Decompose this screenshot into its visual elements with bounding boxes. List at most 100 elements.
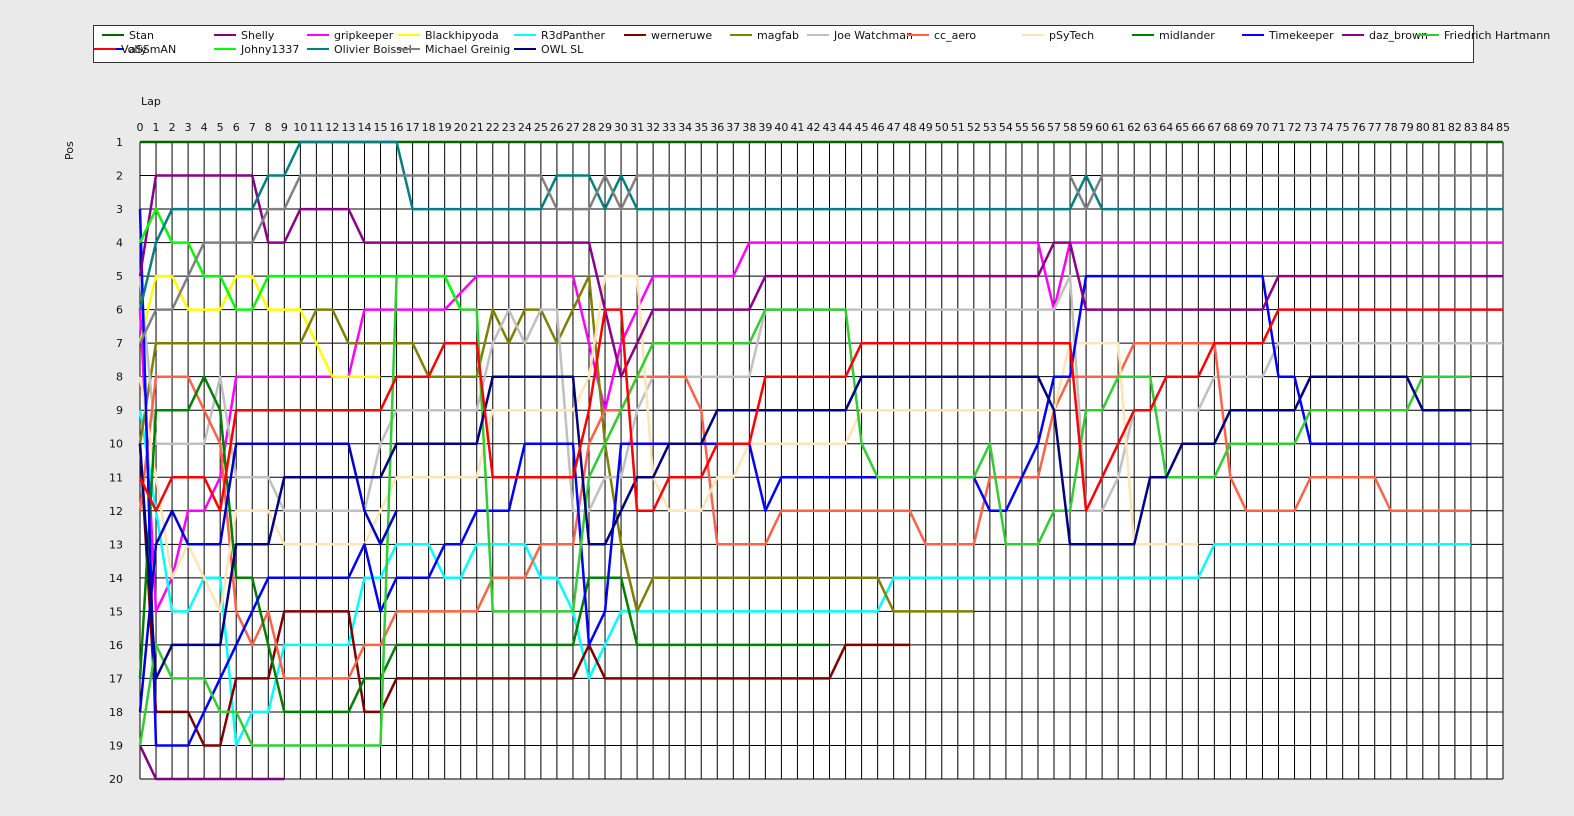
- x-tick-label: 69: [1239, 121, 1253, 134]
- x-tick-label: 34: [678, 121, 692, 134]
- y-tick-label: 1: [116, 136, 123, 149]
- x-tick-label: 32: [646, 121, 660, 134]
- y-tick-label: 2: [116, 170, 123, 183]
- x-tick-label: 74: [1320, 121, 1334, 134]
- x-tick-label: 84: [1480, 121, 1494, 134]
- y-tick-label: 18: [109, 706, 123, 719]
- y-tick-label: 9: [116, 404, 123, 417]
- y-tick-label: 10: [109, 438, 123, 451]
- x-tick-label: 4: [201, 121, 208, 134]
- y-tick-label: 13: [109, 538, 123, 551]
- x-tick-label: 14: [357, 121, 371, 134]
- x-tick-label: 80: [1416, 121, 1430, 134]
- x-tick-label: 39: [758, 121, 772, 134]
- x-tick-label: 10: [293, 121, 307, 134]
- x-tick-label: 63: [1143, 121, 1157, 134]
- x-tick-label: 57: [1047, 121, 1061, 134]
- y-tick-label: 14: [109, 572, 123, 585]
- x-tick-label: 85: [1496, 121, 1510, 134]
- x-tick-label: 8: [265, 121, 272, 134]
- x-tick-label: 54: [999, 121, 1013, 134]
- x-tick-label: 55: [1015, 121, 1029, 134]
- x-tick-label: 81: [1432, 121, 1446, 134]
- x-tick-label: 22: [486, 121, 500, 134]
- y-tick-label: 6: [116, 304, 123, 317]
- y-tick-label: 20: [109, 773, 123, 786]
- x-tick-label: 13: [341, 121, 355, 134]
- x-tick-label: 36: [710, 121, 724, 134]
- x-tick-label: 60: [1095, 121, 1109, 134]
- x-tick-label: 49: [919, 121, 933, 134]
- x-tick-label: 70: [1255, 121, 1269, 134]
- x-tick-label: 42: [806, 121, 820, 134]
- grid: [139, 141, 1504, 780]
- y-tick-label: 4: [116, 237, 123, 250]
- x-tick-label: 44: [839, 121, 853, 134]
- y-tick-label: 11: [109, 471, 123, 484]
- x-tick-label: 9: [281, 121, 288, 134]
- x-tick-label: 11: [309, 121, 323, 134]
- x-tick-label: 59: [1079, 121, 1093, 134]
- x-tick-label: 72: [1288, 121, 1302, 134]
- x-tick-label: 53: [983, 121, 997, 134]
- y-tick-label: 7: [116, 337, 123, 350]
- x-tick-label: 47: [887, 121, 901, 134]
- x-tick-label: 35: [694, 121, 708, 134]
- x-tick-label: 65: [1175, 121, 1189, 134]
- x-tick-label: 79: [1400, 121, 1414, 134]
- x-tick-label: 12: [325, 121, 339, 134]
- x-tick-label: 2: [169, 121, 176, 134]
- x-tick-label: 64: [1159, 121, 1173, 134]
- x-tick-label: 71: [1272, 121, 1286, 134]
- chart-plot: Lap Pos 0 1 2 3 4 5 6 7 8 9 10 11 12 13 14 15 16 17 18 19 20…: [63, 95, 1511, 786]
- x-tick-label: 21: [470, 121, 484, 134]
- x-tick-label: 38: [742, 121, 756, 134]
- x-tick-label: 51: [951, 121, 965, 134]
- y-tick-label: 3: [116, 203, 123, 216]
- x-tick-label: 75: [1336, 121, 1350, 134]
- x-tick-label: 30: [614, 121, 628, 134]
- x-tick-label: 25: [534, 121, 548, 134]
- x-tick-label: 29: [598, 121, 612, 134]
- y-tick-label: 15: [109, 605, 123, 618]
- x-tick-label: 67: [1207, 121, 1221, 134]
- x-tick-label: 6: [233, 121, 240, 134]
- x-tick-label: 83: [1464, 121, 1478, 134]
- y-tick-label: 5: [116, 270, 123, 283]
- x-tick-label: 27: [566, 121, 580, 134]
- y-tick-label: 16: [109, 639, 123, 652]
- y-axis-label: Pos: [63, 141, 76, 160]
- x-tick-label: 66: [1191, 121, 1205, 134]
- x-tick-label: 58: [1063, 121, 1077, 134]
- x-tick-label: 0: [137, 121, 144, 134]
- x-tick-label: 7: [249, 121, 256, 134]
- x-tick-label: 18: [422, 121, 436, 134]
- x-tick-label: 56: [1031, 121, 1045, 134]
- x-tick-label: 24: [518, 121, 532, 134]
- y-tick-labels: 1234567891011121314151617181920: [109, 136, 123, 786]
- x-tick-label: 31: [630, 121, 644, 134]
- x-tick-label: 76: [1352, 121, 1366, 134]
- x-tick-label: 50: [935, 121, 949, 134]
- x-axis-label: Lap: [141, 95, 161, 108]
- x-tick-label: 73: [1304, 121, 1318, 134]
- x-tick-label: 45: [855, 121, 869, 134]
- y-tick-label: 19: [109, 739, 123, 752]
- x-tick-label: 61: [1111, 121, 1125, 134]
- x-tick-label: 19: [438, 121, 452, 134]
- x-tick-label: 3: [185, 121, 192, 134]
- x-tick-label: 26: [550, 121, 564, 134]
- x-tick-label: 28: [582, 121, 596, 134]
- y-tick-label: 8: [116, 371, 123, 384]
- x-tick-label: 78: [1384, 121, 1398, 134]
- x-tick-label: 52: [967, 121, 981, 134]
- x-tick-labels: 0 1 2 3 4 5 6 7 8 9 10 11 12 13 14 15 16 17 18 19 20 21 22 23 24…: [137, 121, 1511, 134]
- plot-area: [140, 142, 1503, 779]
- x-tick-label: 77: [1368, 121, 1382, 134]
- y-tick-label: 17: [109, 672, 123, 685]
- x-tick-label: 17: [406, 121, 420, 134]
- x-tick-label: 82: [1448, 121, 1462, 134]
- x-tick-label: 68: [1223, 121, 1237, 134]
- x-tick-label: 62: [1127, 121, 1141, 134]
- x-tick-label: 46: [871, 121, 885, 134]
